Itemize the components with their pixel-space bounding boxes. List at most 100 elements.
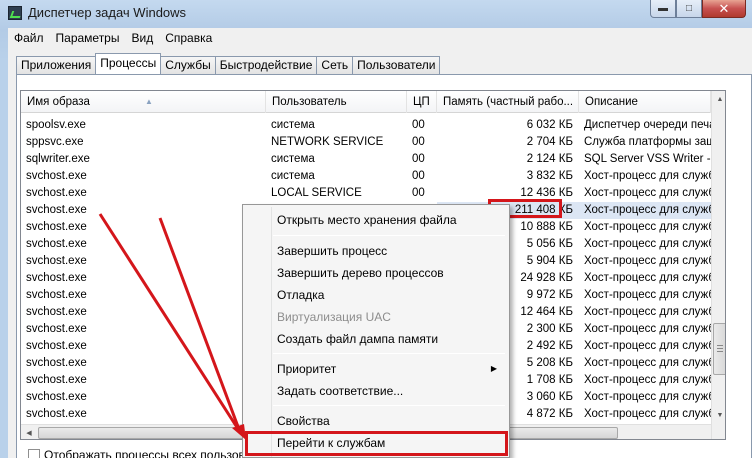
menu-separator [273,353,505,354]
tab-strip: Приложения Процессы Службы Быстродействи… [16,53,441,74]
maximize-button[interactable]: □ [676,0,702,18]
table-cell-desc: Хост-процесс для служб [584,187,711,199]
scroll-left-icon[interactable]: ◀ [21,425,37,439]
submenu-arrow-icon: ▶ [490,364,497,373]
tab-performance[interactable]: Быстродействие [214,56,318,74]
column-image-name-label: Имя образа [27,96,90,108]
menu-debug[interactable]: Отладка [245,284,507,306]
menu-bar: Файл Параметры Вид Справка [8,28,752,48]
column-user[interactable]: Пользователь [266,91,407,113]
close-button[interactable]: ✕ [702,0,746,18]
maximize-icon: □ [685,3,693,14]
sort-ascending-icon: ▲ [145,97,153,106]
column-image-name[interactable]: Имя образа ▲ [21,91,266,113]
column-memory[interactable]: Память (частный рабо... [437,91,579,113]
table-cell-name: svchost.exe [26,289,87,301]
table-cell-desc: Хост-процесс для служб [584,272,711,284]
table-cell-desc: Хост-процесс для служб [584,323,711,335]
table-cell-cpu: 00 [412,170,425,182]
table-cell-name: svchost.exe [26,374,87,386]
table-row[interactable]: svchost.exe LOCAL SERVICE 00 12 436 КБ Хост-… [21,185,711,202]
table-cell-desc: Хост-процесс для служб [584,408,711,420]
menu-end-process[interactable]: Завершить процесс [245,240,507,262]
table-cell-mem: 2 124 КБ [526,153,573,165]
close-icon: ✕ [718,0,730,16]
table-cell-name: sppsvc.exe [26,136,84,148]
table-row[interactable]: svchost.exe система 00 3 832 КБ Хост-процесс… [21,168,711,185]
menu-properties[interactable]: Свойства [245,410,507,432]
table-cell-desc: Хост-процесс для служб [584,357,711,369]
tab-network[interactable]: Сеть [316,56,354,74]
menu-priority[interactable]: Приоритет ▶ [245,358,507,380]
table-cell-name: svchost.exe [26,187,87,199]
table-cell-mem: 3 832 КБ [526,170,573,182]
table-cell-desc: Хост-процесс для служб [584,221,711,233]
table-row[interactable]: sppsvc.exe NETWORK SERVICE 00 2 704 КБ Служб… [21,134,711,151]
show-all-users-checkbox[interactable] [28,449,40,458]
table-cell-desc: Диспетчер очереди печа [584,119,711,131]
tab-services[interactable]: Службы [160,56,216,74]
table-cell-name: svchost.exe [26,306,87,318]
menu-separator [273,235,505,236]
scroll-up-icon[interactable]: ▲ [712,91,725,107]
grip-line [717,351,723,352]
column-description[interactable]: Описание [579,91,711,113]
table-cell-name: sqlwriter.exe [26,153,90,165]
menu-uac-virtualization: Виртуализация UAC [277,310,391,324]
grip-line [717,345,723,346]
table-cell-desc: Хост-процесс для служб [579,202,711,219]
table-cell-desc: Хост-процесс для служб [584,255,711,267]
table-cell-name: spoolsv.exe [26,119,86,131]
minimize-button[interactable]: ▬ [650,0,676,18]
table-cell-name: svchost.exe [26,408,87,420]
window-title: Диспетчер задач Windows [28,5,187,20]
table-cell-desc: Хост-процесс для служб [584,391,711,403]
task-manager-app-icon [8,6,22,20]
menu-open-file-location[interactable]: Открыть место хранения файла [245,209,507,231]
table-cell-desc: Служба платформы защ [584,136,711,148]
table-cell-mem: 2 704 КБ [526,136,573,148]
table-cell-name: svchost.exe [26,357,87,369]
grip-line [717,348,723,349]
table-cell-name: svchost.exe [26,204,87,216]
table-cell-name: svchost.exe [26,323,87,335]
vertical-scroll-thumb[interactable] [713,323,725,375]
table-cell-cpu: 00 [412,153,425,165]
menu-set-affinity[interactable]: Задать соответствие... [245,380,507,402]
menu-view[interactable]: Вид [131,31,153,45]
table-cell-desc: Хост-процесс для служб [584,238,711,250]
tab-applications[interactable]: Приложения [16,56,97,74]
menu-file[interactable]: Файл [14,31,44,45]
menu-priority-label: Приоритет [277,362,337,376]
table-cell-user: NETWORK SERVICE [271,136,384,148]
table-cell-desc: SQL Server VSS Writer - 6 [584,153,711,165]
table-cell-user: система [271,170,315,182]
tab-processes[interactable]: Процессы [95,53,162,74]
table-cell-name: svchost.exe [26,272,87,284]
scroll-down-icon[interactable]: ▼ [712,407,725,423]
menu-create-dump[interactable]: Создать файл дампа памяти [245,328,507,350]
title-bar[interactable]: Диспетчер задач Windows ▬ □ ✕ [0,0,752,26]
vertical-scrollbar[interactable]: ▲ ▼ [711,91,725,439]
table-cell-name: svchost.exe [26,391,87,403]
table-cell-user: система [271,119,315,131]
menu-options[interactable]: Параметры [56,31,120,45]
column-header: Имя образа ▲ Пользователь ЦП Память (час… [21,91,725,113]
task-manager-window: Диспетчер задач Windows ▬ □ ✕ Файл Парам… [0,0,752,458]
tab-users[interactable]: Пользователи [352,56,441,74]
caption-buttons: ▬ □ ✕ [650,0,746,20]
table-row[interactable]: spoolsv.exe система 00 6 032 КБ Диспетчер оч… [21,117,711,134]
table-cell-name: svchost.exe [26,221,87,233]
menu-end-process-tree[interactable]: Завершить дерево процессов [245,262,507,284]
table-cell-desc: Хост-процесс для служб [584,306,711,318]
minimize-icon: ▬ [658,3,668,14]
table-row[interactable]: sqlwriter.exe система 00 2 124 КБ SQL Server… [21,151,711,168]
table-cell-mem: 6 032 КБ [526,119,573,131]
table-cell-name: svchost.exe [26,255,87,267]
menu-help[interactable]: Справка [165,31,212,45]
table-cell-name: svchost.exe [26,170,87,182]
go-to-services-highlight-box [245,431,508,456]
process-context-menu: Открыть место хранения файла Завершить п… [242,204,510,458]
column-cpu[interactable]: ЦП [407,91,437,113]
table-cell-desc: Хост-процесс для служб [584,289,711,301]
